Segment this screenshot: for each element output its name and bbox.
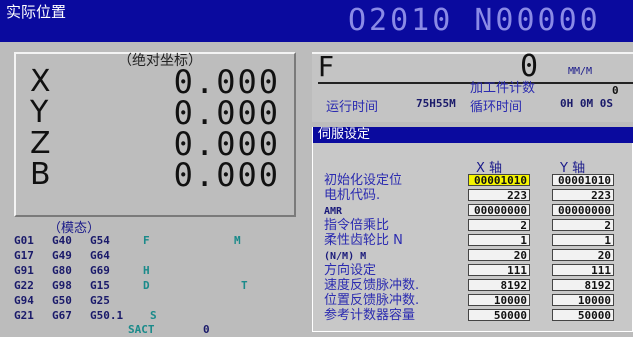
param-x-motor-code[interactable]: 223 xyxy=(468,189,530,202)
param-label-gear-m: (N/M) M xyxy=(324,251,367,262)
modal-word: D xyxy=(143,279,150,292)
axis-name: B xyxy=(30,157,51,192)
modal-code: G21 xyxy=(14,309,34,322)
axis-name: Z xyxy=(30,126,51,161)
modal-code: G91 xyxy=(14,264,34,277)
feed-label: F xyxy=(318,50,335,83)
modal-code: G50 xyxy=(52,294,72,307)
run-time-value: 75H55M xyxy=(416,97,456,110)
param-label-motor-code: 电机代码. xyxy=(324,188,381,203)
modal-word: M xyxy=(234,234,241,247)
cycle-time-label: 循环时间 xyxy=(470,100,523,115)
param-y-velocity-pulses[interactable]: 8192 xyxy=(552,279,614,292)
param-x-cmd-multiply[interactable]: 2 xyxy=(468,219,530,232)
param-y-ref-counter[interactable]: 50000 xyxy=(552,309,614,322)
program-number: O2010 N00000 xyxy=(348,3,601,38)
param-label-amr: AMR xyxy=(324,206,343,217)
param-y-gear-m[interactable]: 20 xyxy=(552,249,614,262)
param-label-gear-n: 柔性齿轮比 N xyxy=(324,233,403,248)
param-x-gear-n[interactable]: 1 xyxy=(468,234,530,247)
modal-code: G67 xyxy=(52,309,72,322)
param-y-init-bits[interactable]: 00001010 xyxy=(552,174,614,187)
modal-code: G80 xyxy=(52,264,72,277)
modal-word: H xyxy=(143,264,150,277)
sact-label: SACT xyxy=(128,323,155,336)
modal-code: G17 xyxy=(14,249,34,262)
axis-name: X xyxy=(30,64,51,99)
modal-word: F xyxy=(143,234,150,247)
param-label-cmd-multiply: 指令倍乘比 xyxy=(324,218,390,233)
param-x-velocity-pulses[interactable]: 8192 xyxy=(468,279,530,292)
param-x-init-bits[interactable]: 00001010 xyxy=(468,174,530,187)
modal-code: G40 xyxy=(52,234,72,247)
modal-code: G69 xyxy=(90,264,110,277)
param-label-init-bits: 初始化设定位 xyxy=(324,173,403,188)
param-x-position-pulses[interactable]: 10000 xyxy=(468,294,530,307)
param-y-motor-code[interactable]: 223 xyxy=(552,189,614,202)
feed-unit: MM/M xyxy=(568,66,593,77)
axis-name: Y xyxy=(30,95,49,130)
modal-code: G64 xyxy=(90,249,110,262)
modal-code: G54 xyxy=(90,234,110,247)
run-time-label: 运行时间 xyxy=(326,100,379,115)
param-label-direction: 方向设定 xyxy=(324,263,377,278)
modal-code: G01 xyxy=(14,234,34,247)
param-x-gear-m[interactable]: 20 xyxy=(468,249,530,262)
modal-word: S xyxy=(150,309,157,322)
screen-title: 实际位置 xyxy=(6,3,67,21)
param-x-ref-counter[interactable]: 50000 xyxy=(468,309,530,322)
param-x-amr[interactable]: 00000000 xyxy=(468,204,530,217)
param-y-position-pulses[interactable]: 10000 xyxy=(552,294,614,307)
param-label-position-pulses: 位置反馈脉冲数. xyxy=(324,293,420,308)
servo-title: 伺服设定 xyxy=(318,127,371,142)
modal-code: G50.1 xyxy=(90,309,124,322)
axis-row-b: B 0.000 xyxy=(30,156,280,194)
work-count-label: 加工件计数 xyxy=(470,81,536,96)
param-y-gear-n[interactable]: 1 xyxy=(552,234,614,247)
modal-code: G25 xyxy=(90,294,110,307)
work-count-value: 0 xyxy=(612,84,619,97)
param-label-ref-counter: 参考计数器容量 xyxy=(324,308,416,323)
param-x-direction[interactable]: 111 xyxy=(468,264,530,277)
param-y-direction[interactable]: 111 xyxy=(552,264,614,277)
modal-code: G15 xyxy=(90,279,110,292)
modal-code: G22 xyxy=(14,279,34,292)
param-y-amr[interactable]: 00000000 xyxy=(552,204,614,217)
modal-code: G49 xyxy=(52,249,72,262)
cycle-time-value: 0H 0M 0S xyxy=(560,97,613,110)
modal-word: T xyxy=(241,279,248,292)
sact-value: 0 xyxy=(203,323,210,336)
param-label-velocity-pulses: 速度反馈脉冲数. xyxy=(324,278,420,293)
param-y-cmd-multiply[interactable]: 2 xyxy=(552,219,614,232)
axis-value: 0.000 xyxy=(173,156,280,194)
modal-code: G98 xyxy=(52,279,72,292)
modal-code: G94 xyxy=(14,294,34,307)
feed-value: 0 xyxy=(520,49,539,84)
